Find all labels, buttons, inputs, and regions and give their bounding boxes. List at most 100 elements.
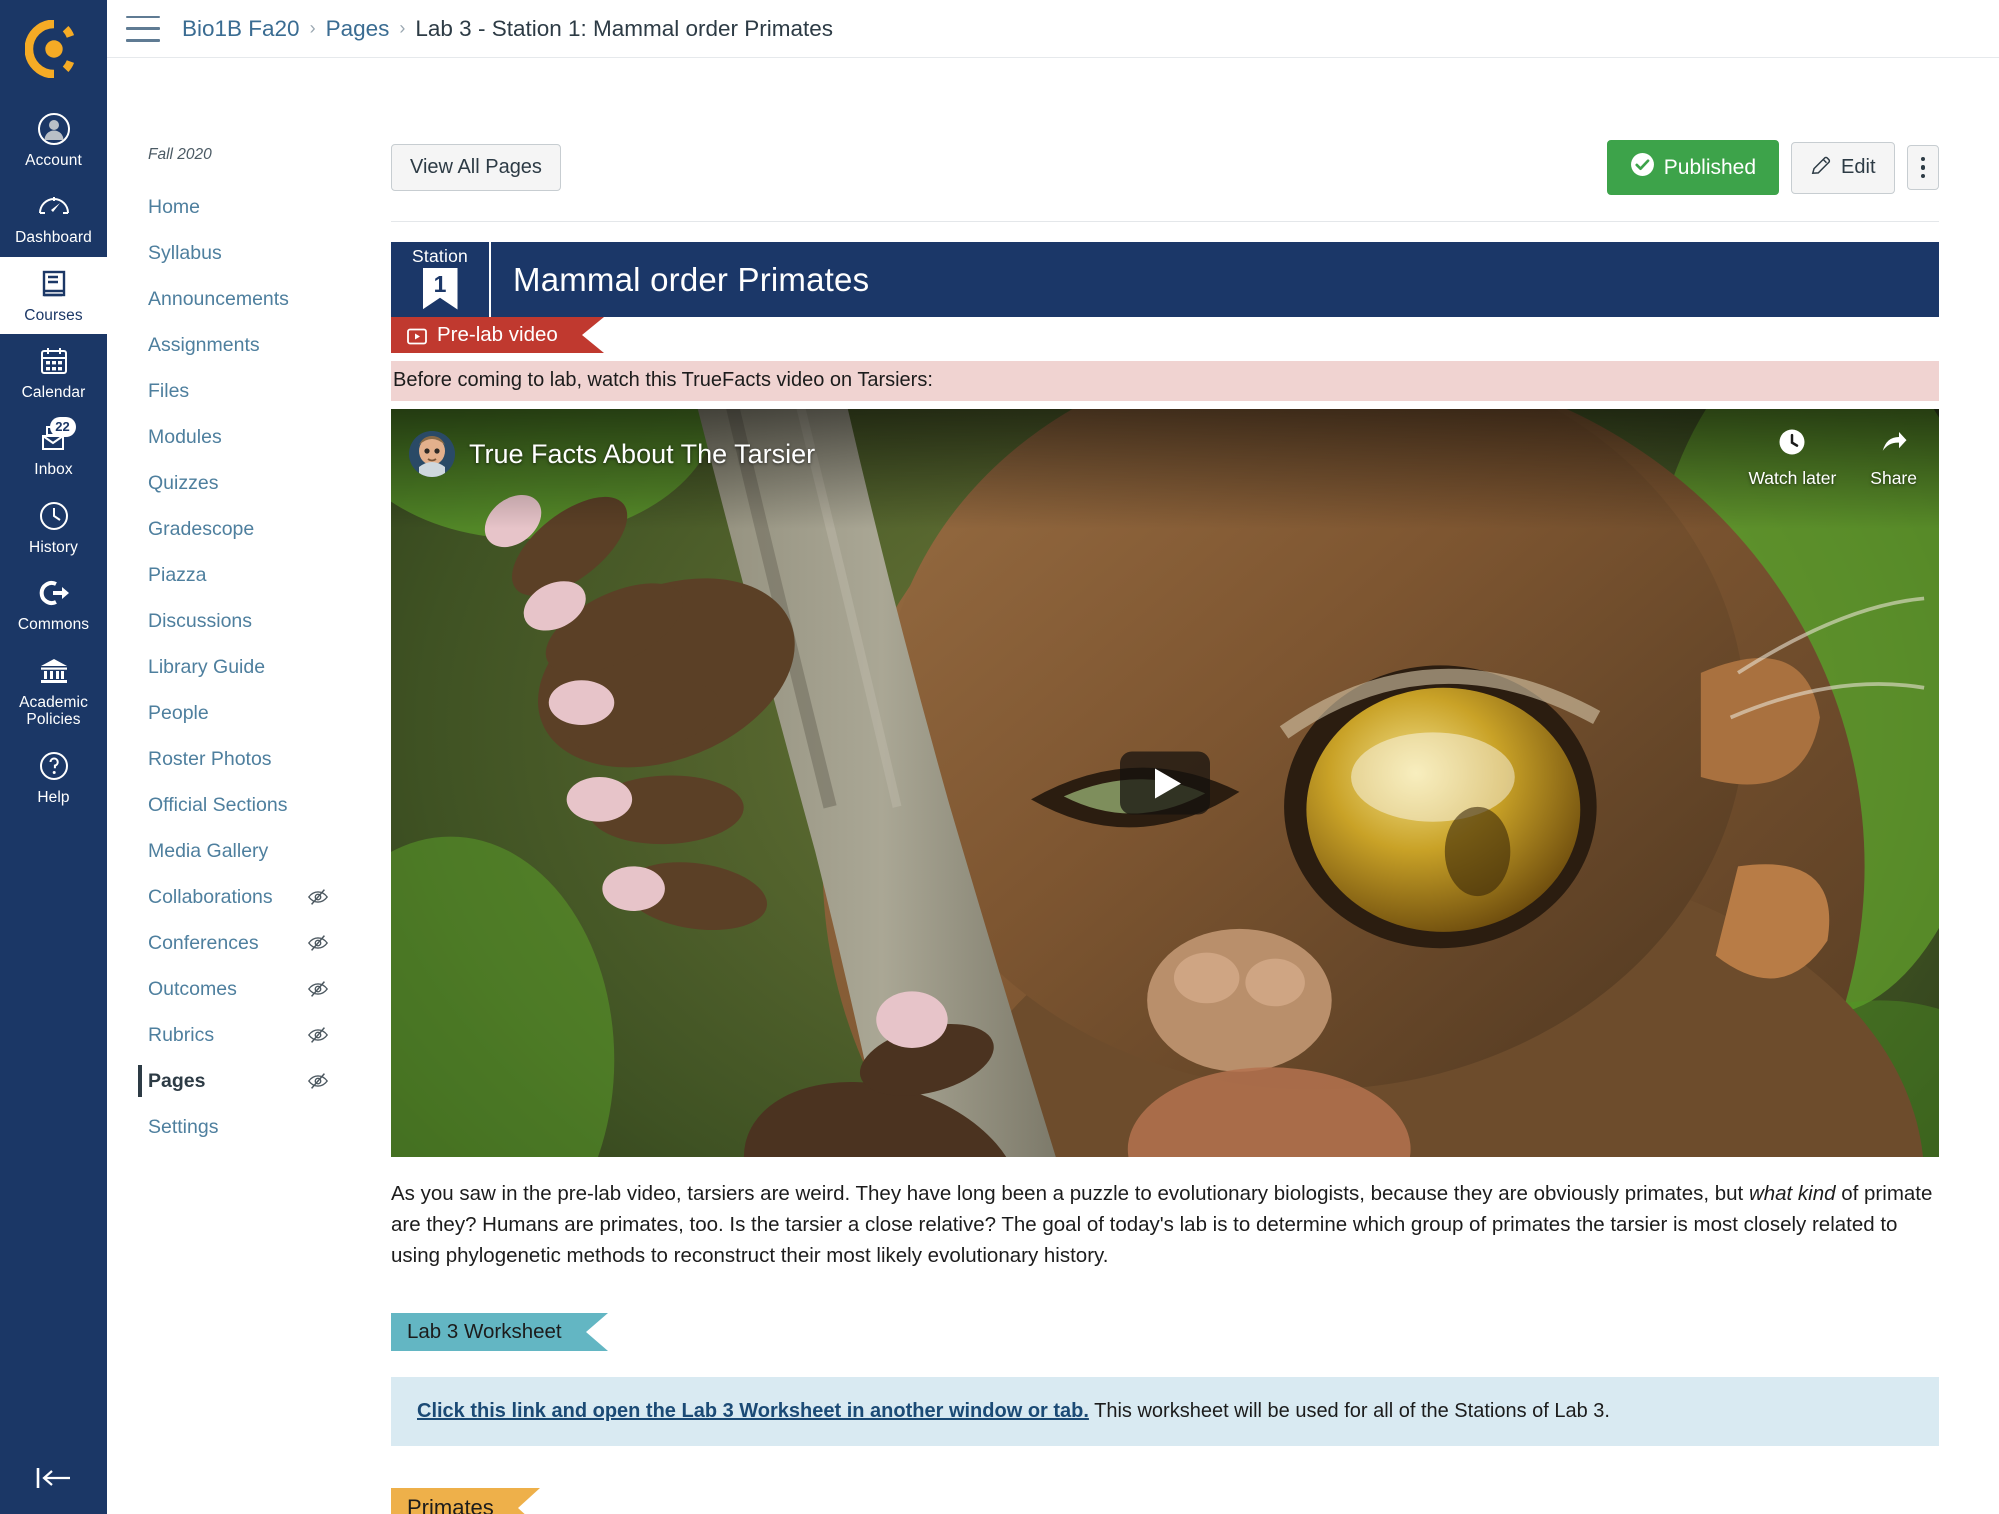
prelab-video-flag: Pre-lab video bbox=[391, 317, 604, 353]
course-term: Fall 2020 bbox=[148, 146, 212, 163]
canvas-logo[interactable] bbox=[24, 19, 83, 79]
course-nav-item-piazza[interactable]: Piazza bbox=[107, 552, 347, 598]
hamburger-icon[interactable] bbox=[126, 15, 160, 42]
course-nav-item-syllabus[interactable]: Syllabus bbox=[107, 230, 347, 276]
global-nav-item-commons[interactable]: Commons bbox=[0, 566, 107, 643]
global-nav-item-help[interactable]: Help bbox=[0, 739, 107, 816]
share-button[interactable]: Share bbox=[1870, 427, 1917, 489]
global-nav-label: Account bbox=[25, 152, 82, 169]
course-nav-item-official-sections[interactable]: Official Sections bbox=[107, 782, 347, 828]
intro-paragraph: As you saw in the pre-lab video, tarsier… bbox=[391, 1179, 1939, 1271]
global-nav-item-calendar[interactable]: Calendar bbox=[0, 334, 107, 411]
published-button[interactable]: Published bbox=[1606, 140, 1780, 195]
page-content: View All Pages Published Edit Station 1 … bbox=[347, 58, 1999, 1514]
video-icon bbox=[407, 327, 427, 344]
course-navigation: Fall 2020 Home Syllabus Announcements As… bbox=[107, 58, 347, 1514]
prelab-flag-label: Pre-lab video bbox=[437, 323, 558, 346]
global-nav-label: Dashboard bbox=[15, 229, 92, 247]
commons-icon bbox=[36, 575, 72, 611]
global-nav-item-courses[interactable]: Courses bbox=[0, 256, 107, 335]
more-options-button[interactable] bbox=[1906, 144, 1939, 191]
share-label: Share bbox=[1870, 468, 1917, 488]
course-nav-item-conferences[interactable]: Conferences bbox=[107, 920, 347, 966]
clock-icon bbox=[36, 498, 72, 534]
course-nav-label: Outcomes bbox=[148, 977, 237, 1000]
global-nav-item-inbox[interactable]: 22 Inbox bbox=[0, 411, 107, 488]
video-title-row: True Facts About The Tarsier bbox=[409, 431, 815, 477]
eye-slash-icon bbox=[307, 1070, 329, 1092]
page-columns: Fall 2020 Home Syllabus Announcements As… bbox=[107, 58, 1999, 1514]
eye-slash-icon bbox=[307, 978, 329, 1000]
youtube-video-embed[interactable]: True Facts About The Tarsier Watch later bbox=[391, 409, 1939, 1157]
video-title[interactable]: True Facts About The Tarsier bbox=[469, 439, 815, 470]
course-nav-item-collaborations[interactable]: Collaborations bbox=[107, 874, 347, 920]
global-nav-label: Commons bbox=[17, 616, 90, 634]
watch-later-button[interactable]: Watch later bbox=[1748, 427, 1836, 489]
global-nav-label: History bbox=[29, 538, 78, 556]
toolbar-actions: Published Edit bbox=[1606, 140, 1939, 195]
station-number-ribbon: 1 bbox=[422, 267, 458, 310]
course-nav-item-rubrics[interactable]: Rubrics bbox=[107, 1012, 347, 1058]
course-nav-item-gradescope[interactable]: Gradescope bbox=[107, 506, 347, 552]
course-nav-item-home[interactable]: Home bbox=[107, 184, 347, 230]
dashboard-icon bbox=[36, 188, 72, 224]
global-nav-label: Academic Policies bbox=[19, 693, 88, 729]
course-nav-item-discussions[interactable]: Discussions bbox=[107, 598, 347, 644]
course-nav-label: Files bbox=[148, 379, 190, 402]
clock-icon bbox=[1777, 427, 1807, 468]
breadcrumb-item-course[interactable]: Bio1B Fa20 bbox=[182, 16, 300, 42]
main-region: Bio1B Fa20 › Pages › Lab 3 - Station 1: … bbox=[107, 0, 1999, 1514]
course-nav-item-roster-photos[interactable]: Roster Photos bbox=[107, 736, 347, 782]
course-nav-label: Pages bbox=[148, 1069, 206, 1092]
course-nav-label: Modules bbox=[148, 425, 222, 448]
account-icon bbox=[36, 111, 72, 147]
course-nav-label: Conferences bbox=[148, 931, 259, 954]
course-nav-item-settings[interactable]: Settings bbox=[107, 1104, 347, 1150]
course-nav-item-media-gallery[interactable]: Media Gallery bbox=[107, 828, 347, 874]
inbox-icon: 22 bbox=[36, 417, 76, 456]
course-nav-label: Settings bbox=[148, 1115, 219, 1138]
kebab-menu-icon bbox=[1920, 156, 1925, 179]
breadcrumb-item-pages[interactable]: Pages bbox=[326, 16, 390, 42]
canvas-app: Account Dashboard Courses Calendar 22 In… bbox=[0, 0, 1999, 1514]
course-nav-label: Official Sections bbox=[148, 793, 288, 816]
share-arrow-icon bbox=[1879, 427, 1909, 468]
global-nav-item-history[interactable]: History bbox=[0, 489, 107, 566]
play-button-icon[interactable] bbox=[1120, 751, 1210, 815]
global-nav-label: Help bbox=[37, 789, 70, 807]
global-nav-item-account[interactable]: Account bbox=[0, 102, 107, 179]
course-nav-label: Piazza bbox=[148, 563, 207, 586]
course-nav-item-people[interactable]: People bbox=[107, 690, 347, 736]
intro-paragraph-part1: As you saw in the pre-lab video, tarsier… bbox=[391, 1182, 1749, 1205]
view-all-pages-button[interactable]: View All Pages bbox=[391, 144, 561, 191]
primates-flag: Primates bbox=[391, 1488, 540, 1514]
global-nav-item-academic-policies[interactable]: Academic Policies bbox=[0, 644, 107, 740]
course-nav-item-modules[interactable]: Modules bbox=[107, 414, 347, 460]
course-nav-item-announcements[interactable]: Announcements bbox=[107, 276, 347, 322]
collapse-left-icon[interactable] bbox=[0, 1464, 107, 1492]
global-nav-item-dashboard[interactable]: Dashboard bbox=[0, 179, 107, 256]
channel-avatar[interactable] bbox=[409, 431, 455, 477]
courses-icon bbox=[36, 266, 72, 302]
course-nav-item-quizzes[interactable]: Quizzes bbox=[107, 460, 347, 506]
course-nav-item-assignments[interactable]: Assignments bbox=[107, 322, 347, 368]
course-nav-label: Discussions bbox=[148, 609, 253, 632]
prelab-notice: Before coming to lab, watch this TrueFac… bbox=[391, 361, 1939, 401]
breadcrumb: Bio1B Fa20 › Pages › Lab 3 - Station 1: … bbox=[182, 16, 833, 42]
station-word: Station bbox=[412, 246, 468, 266]
course-nav-label: Media Gallery bbox=[148, 839, 269, 862]
watch-later-label: Watch later bbox=[1748, 468, 1837, 488]
help-icon bbox=[36, 748, 72, 784]
worksheet-link[interactable]: Click this link and open the Lab 3 Works… bbox=[417, 1400, 1089, 1422]
course-nav-item-pages[interactable]: Pages bbox=[107, 1058, 347, 1104]
course-nav-item-library-guide[interactable]: Library Guide bbox=[107, 644, 347, 690]
course-nav-label: Assignments bbox=[148, 333, 260, 356]
course-nav-label: Announcements bbox=[148, 287, 289, 310]
course-nav-label: Library Guide bbox=[148, 655, 266, 678]
edit-button[interactable]: Edit bbox=[1791, 141, 1895, 194]
course-nav-item-outcomes[interactable]: Outcomes bbox=[107, 966, 347, 1012]
course-nav-item-files[interactable]: Files bbox=[107, 368, 347, 414]
edit-label: Edit bbox=[1841, 156, 1876, 178]
